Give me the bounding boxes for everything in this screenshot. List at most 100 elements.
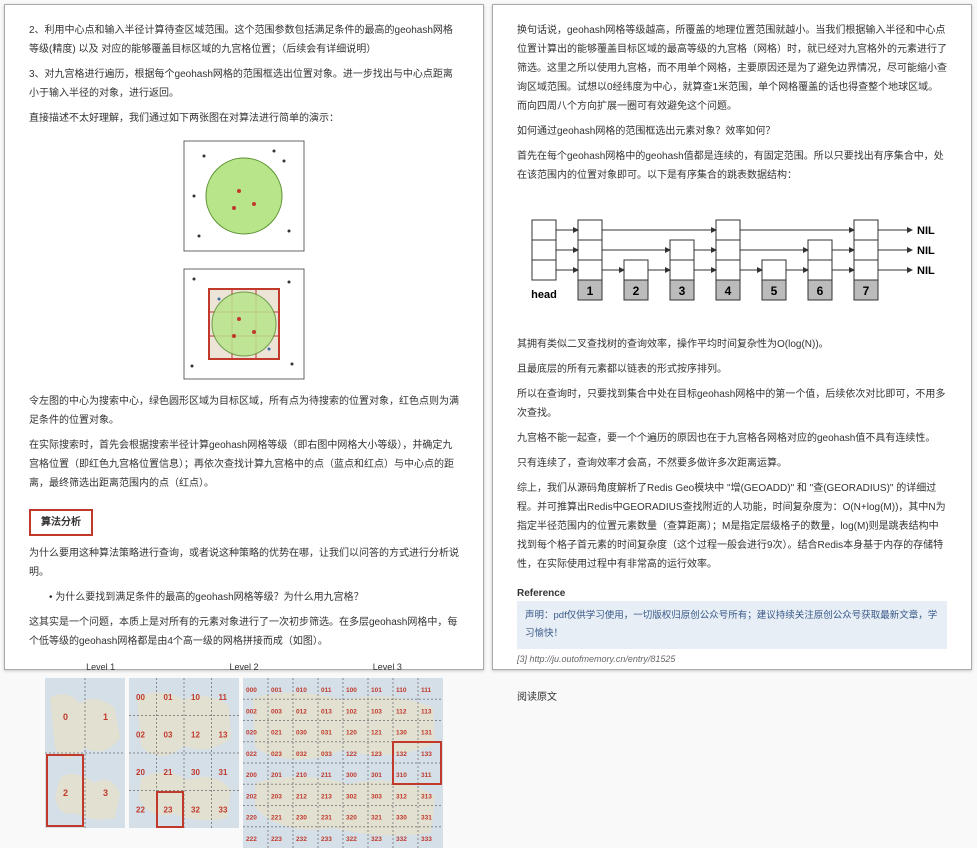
para-step2: 2、利用中心点和输入半径计算待查区域范围。这个范围参数包括满足条件的最高的geo… [29,21,459,59]
svg-text:010: 010 [296,687,307,694]
para-continuous: 只有连续了，查询效率才会高，不然要多做许多次距离运算。 [517,454,947,473]
map-level3-icon: 0000010100111001011101110020030120131021… [243,678,443,848]
para-answer-q1: 这其实是一个问题，本质上是对所有的元素对象进行了一次初步筛选。在多层geohas… [29,613,459,651]
svg-text:32: 32 [191,806,200,815]
svg-text:020: 020 [246,730,257,737]
svg-text:00: 00 [136,693,145,702]
svg-text:300: 300 [346,772,357,779]
para-explain-search: 在实际搜索时，首先会根据搜索半径计算geohash网格等级（即右图中网格大小等级… [29,436,459,493]
svg-text:100: 100 [346,687,357,694]
svg-text:23: 23 [164,806,173,815]
svg-text:011: 011 [321,687,332,694]
svg-text:111: 111 [421,687,432,694]
para-step3: 3、对九宫格进行遍历，根据每个geohash网格的范围框选出位置对象。进一步找出… [29,65,459,103]
svg-text:331: 331 [421,815,432,822]
svg-text:211: 211 [321,772,332,779]
svg-text:11: 11 [219,693,228,702]
bullet-q1: 为什么要找到满足条件的最高的geohash网格等级？为什么用九宫格？ [49,588,459,607]
svg-text:2: 2 [633,284,640,298]
svg-text:222: 222 [246,836,257,843]
para-right-1: 换句话说，geohash网格等级越高，所覆盖的地理位置范围就越小。当我们根据输入… [517,21,947,116]
read-original-link[interactable]: 阅读原文 [517,688,947,707]
svg-text:22: 22 [136,806,145,815]
svg-text:000: 000 [246,687,257,694]
svg-text:330: 330 [396,815,407,822]
svg-text:022: 022 [246,751,257,758]
svg-text:03: 03 [164,731,173,740]
svg-text:230: 230 [296,815,307,822]
para-skiplist-intro: 首先在每个geohash网格中的geohash值都是连续的，有固定范围。所以只要… [517,147,947,185]
map-level2-icon: 00011011020312132021303122233233 [129,678,239,828]
svg-text:133: 133 [421,751,432,758]
para-summary: 综上，我们从源码角度解析了Redis Geo模块中 "增(GEOADD)" 和 … [517,479,947,574]
svg-text:02: 02 [136,731,145,740]
svg-text:130: 130 [396,730,407,737]
figure-circle-2 [29,264,459,384]
skiplist-diagram-icon: head1234567NILNILNIL [522,195,942,325]
svg-text:110: 110 [396,687,407,694]
para-linked: 且最底层的所有元素都以链表的形式按序排列。 [517,360,947,379]
question-geohash-select: 如何通过geohash网格的范围框选出元素对象？效率如何？ [517,122,947,141]
map-level1-icon: 0 1 2 3 [45,678,125,828]
svg-text:201: 201 [271,772,282,779]
svg-text:030: 030 [296,730,307,737]
svg-text:3: 3 [679,284,686,298]
svg-text:021: 021 [271,730,282,737]
svg-text:01: 01 [164,693,173,702]
svg-text:210: 210 [296,772,307,779]
svg-text:332: 332 [396,836,407,843]
svg-text:2: 2 [63,788,68,798]
svg-text:322: 322 [346,836,357,843]
svg-text:313: 313 [421,793,432,800]
svg-text:312: 312 [396,793,407,800]
svg-text:0: 0 [63,712,68,722]
svg-text:20: 20 [136,768,145,777]
svg-text:213: 213 [321,793,332,800]
svg-text:6: 6 [817,284,824,298]
ref-3: [3] http://ju.outofmemory.cn/entry/81525 [517,651,947,668]
svg-text:231: 231 [321,815,332,822]
svg-text:13: 13 [219,731,228,740]
svg-text:323: 323 [371,836,382,843]
heading-analysis: 算法分析 [29,509,93,536]
maps-row: 0 1 2 3 00011011020312132021303122233233… [29,678,459,848]
svg-text:123: 123 [371,751,382,758]
svg-text:212: 212 [296,793,307,800]
svg-text:302: 302 [346,793,357,800]
svg-text:112: 112 [396,708,407,715]
disclaimer-bar: 声明：pdf仅供学习使用，一切版权归原创公众号所有；建议持续关注原创公众号获取最… [517,601,947,649]
svg-text:001: 001 [271,687,282,694]
para-query: 所以在查询时，只要找到集合中处在目标geohash网格中的第一个值，后续依次对比… [517,385,947,423]
svg-text:131: 131 [421,730,432,737]
svg-text:333: 333 [421,836,432,843]
figure-circle-1 [29,136,459,256]
para-explain-fig: 令左图的中心为搜索中心，绿色圆形区域为目标区域，所有点为待搜索的位置对象，红色点… [29,392,459,430]
svg-text:232: 232 [296,836,307,843]
svg-text:032: 032 [296,751,307,758]
svg-text:320: 320 [346,815,357,822]
svg-text:103: 103 [371,708,382,715]
svg-text:12: 12 [191,731,200,740]
svg-text:220: 220 [246,815,257,822]
svg-text:303: 303 [371,793,382,800]
svg-text:31: 31 [219,768,228,777]
svg-text:NIL: NIL [917,225,935,237]
svg-text:5: 5 [771,284,778,298]
svg-text:221: 221 [271,815,282,822]
svg-text:031: 031 [321,730,332,737]
svg-text:head: head [531,289,557,301]
svg-text:023: 023 [271,751,282,758]
circle-grid-diagram-icon [174,264,314,384]
svg-text:013: 013 [321,708,332,715]
svg-text:NIL: NIL [917,265,935,277]
svg-text:30: 30 [191,768,200,777]
svg-text:21: 21 [164,768,173,777]
svg-text:033: 033 [321,751,332,758]
svg-text:NIL: NIL [917,245,935,257]
svg-text:203: 203 [271,793,282,800]
svg-text:33: 33 [219,806,228,815]
svg-text:4: 4 [725,284,732,298]
svg-text:012: 012 [296,708,307,715]
para-complexity: 其拥有类似二叉查找树的查询效率，操作平均时间复杂性为O(log(N))。 [517,335,947,354]
svg-text:202: 202 [246,793,257,800]
